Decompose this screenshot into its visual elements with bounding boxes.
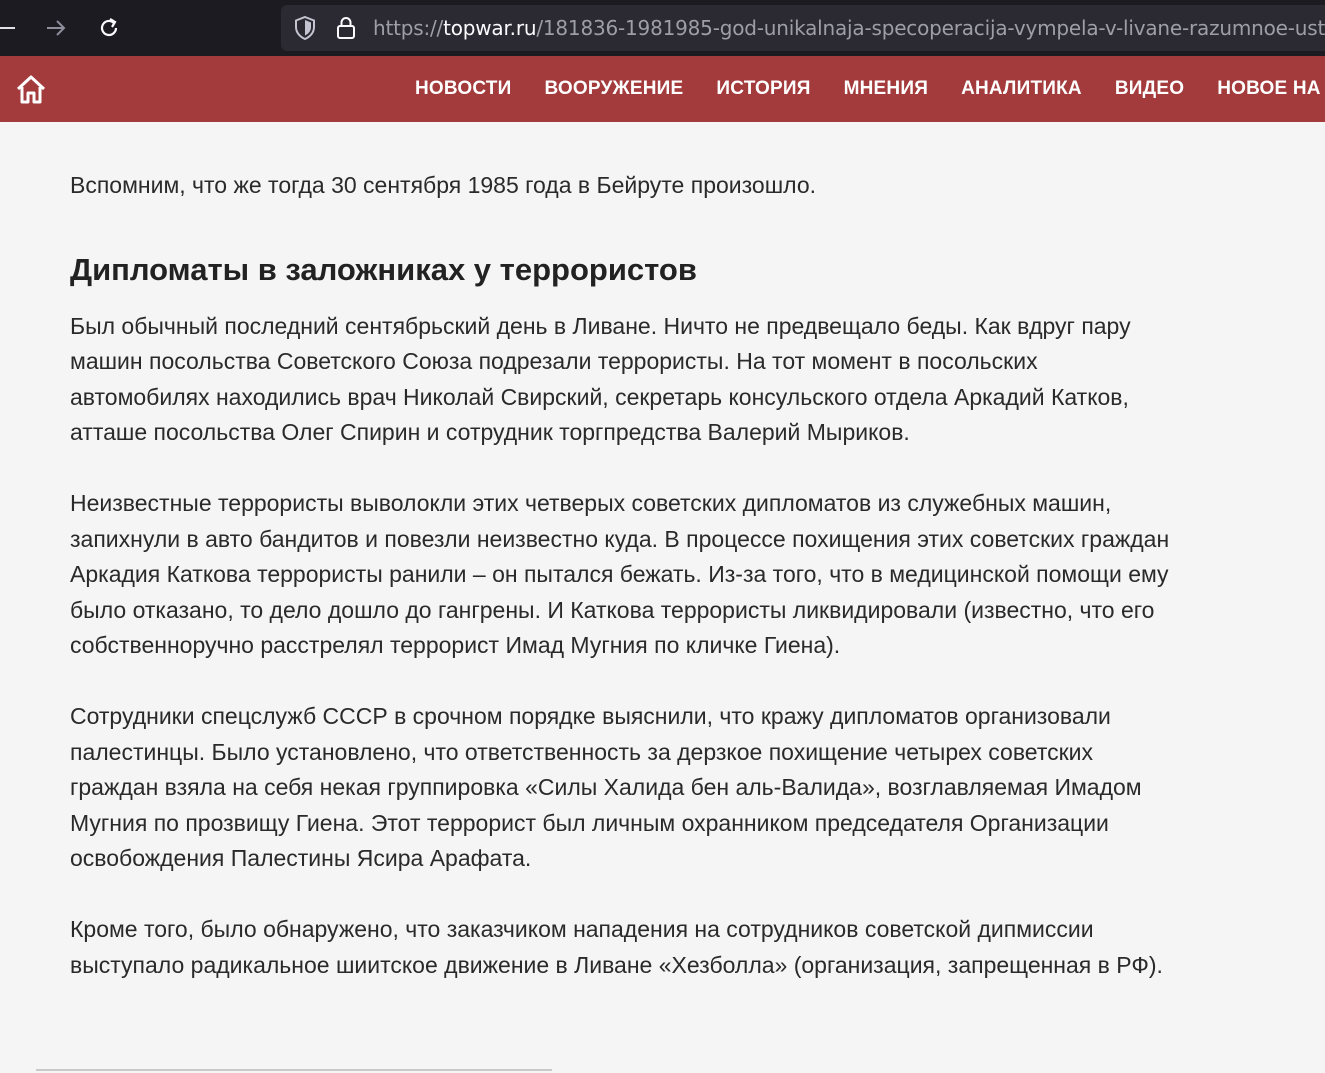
back-button[interactable] <box>0 8 28 48</box>
horizontal-scrollbar[interactable] <box>36 1069 552 1071</box>
url-path: /181836-1981985-god-unikalnaja-specopera… <box>536 16 1325 40</box>
article-paragraph: Кроме того, было обнаружено, что заказчи… <box>70 915 1163 978</box>
address-bar[interactable]: https://topwar.ru/181836-1981985-god-uni… <box>281 5 1325 51</box>
section-heading: Дипломаты в заложниках у террористов <box>70 251 697 287</box>
url-host: topwar.ru <box>443 16 537 40</box>
intro-paragraph: Вспомним, что же тогда 30 сентября 1985 … <box>70 172 817 198</box>
nav-item-weapons[interactable]: ВООРУЖЕНИЕ <box>544 78 683 100</box>
nav-menu: НОВОСТИ ВООРУЖЕНИЕ ИСТОРИЯ МНЕНИЯ АНАЛИТ… <box>415 56 1325 122</box>
article-paragraph: Неизвестные террористы выволокли этих че… <box>70 489 1170 659</box>
nav-item-history[interactable]: ИСТОРИЯ <box>716 78 810 100</box>
article-paragraph: Сотрудники спецслужб СССР в срочном поря… <box>70 702 1142 872</box>
forward-button[interactable] <box>36 8 76 48</box>
lock-icon[interactable] <box>336 16 356 40</box>
url-text[interactable]: https://topwar.ru/181836-1981985-god-uni… <box>373 5 1325 51</box>
back-arrow-icon <box>0 27 15 29</box>
reload-button[interactable] <box>89 8 129 48</box>
shield-icon[interactable] <box>293 15 317 41</box>
site-navigation: НОВОСТИ ВООРУЖЕНИЕ ИСТОРИЯ МНЕНИЯ АНАЛИТ… <box>0 56 1325 122</box>
nav-item-opinions[interactable]: МНЕНИЯ <box>844 78 928 100</box>
forward-arrow-icon <box>47 20 66 36</box>
reload-icon <box>100 18 118 37</box>
home-icon[interactable] <box>14 73 48 107</box>
nav-item-news[interactable]: НОВОСТИ <box>415 78 511 100</box>
nav-item-new-on-site[interactable]: НОВОЕ НА С <box>1217 78 1325 100</box>
browser-toolbar: https://topwar.ru/181836-1981985-god-uni… <box>0 0 1325 56</box>
nav-item-analytics[interactable]: АНАЛИТИКА <box>961 78 1082 100</box>
url-prefix: https:// <box>373 16 444 40</box>
nav-item-video[interactable]: ВИДЕО <box>1115 78 1184 100</box>
article-body: Вспомним, что же тогда 30 сентября 1985 … <box>70 122 1180 983</box>
article-paragraph: Был обычный последний сентябрьский день … <box>70 312 1131 446</box>
